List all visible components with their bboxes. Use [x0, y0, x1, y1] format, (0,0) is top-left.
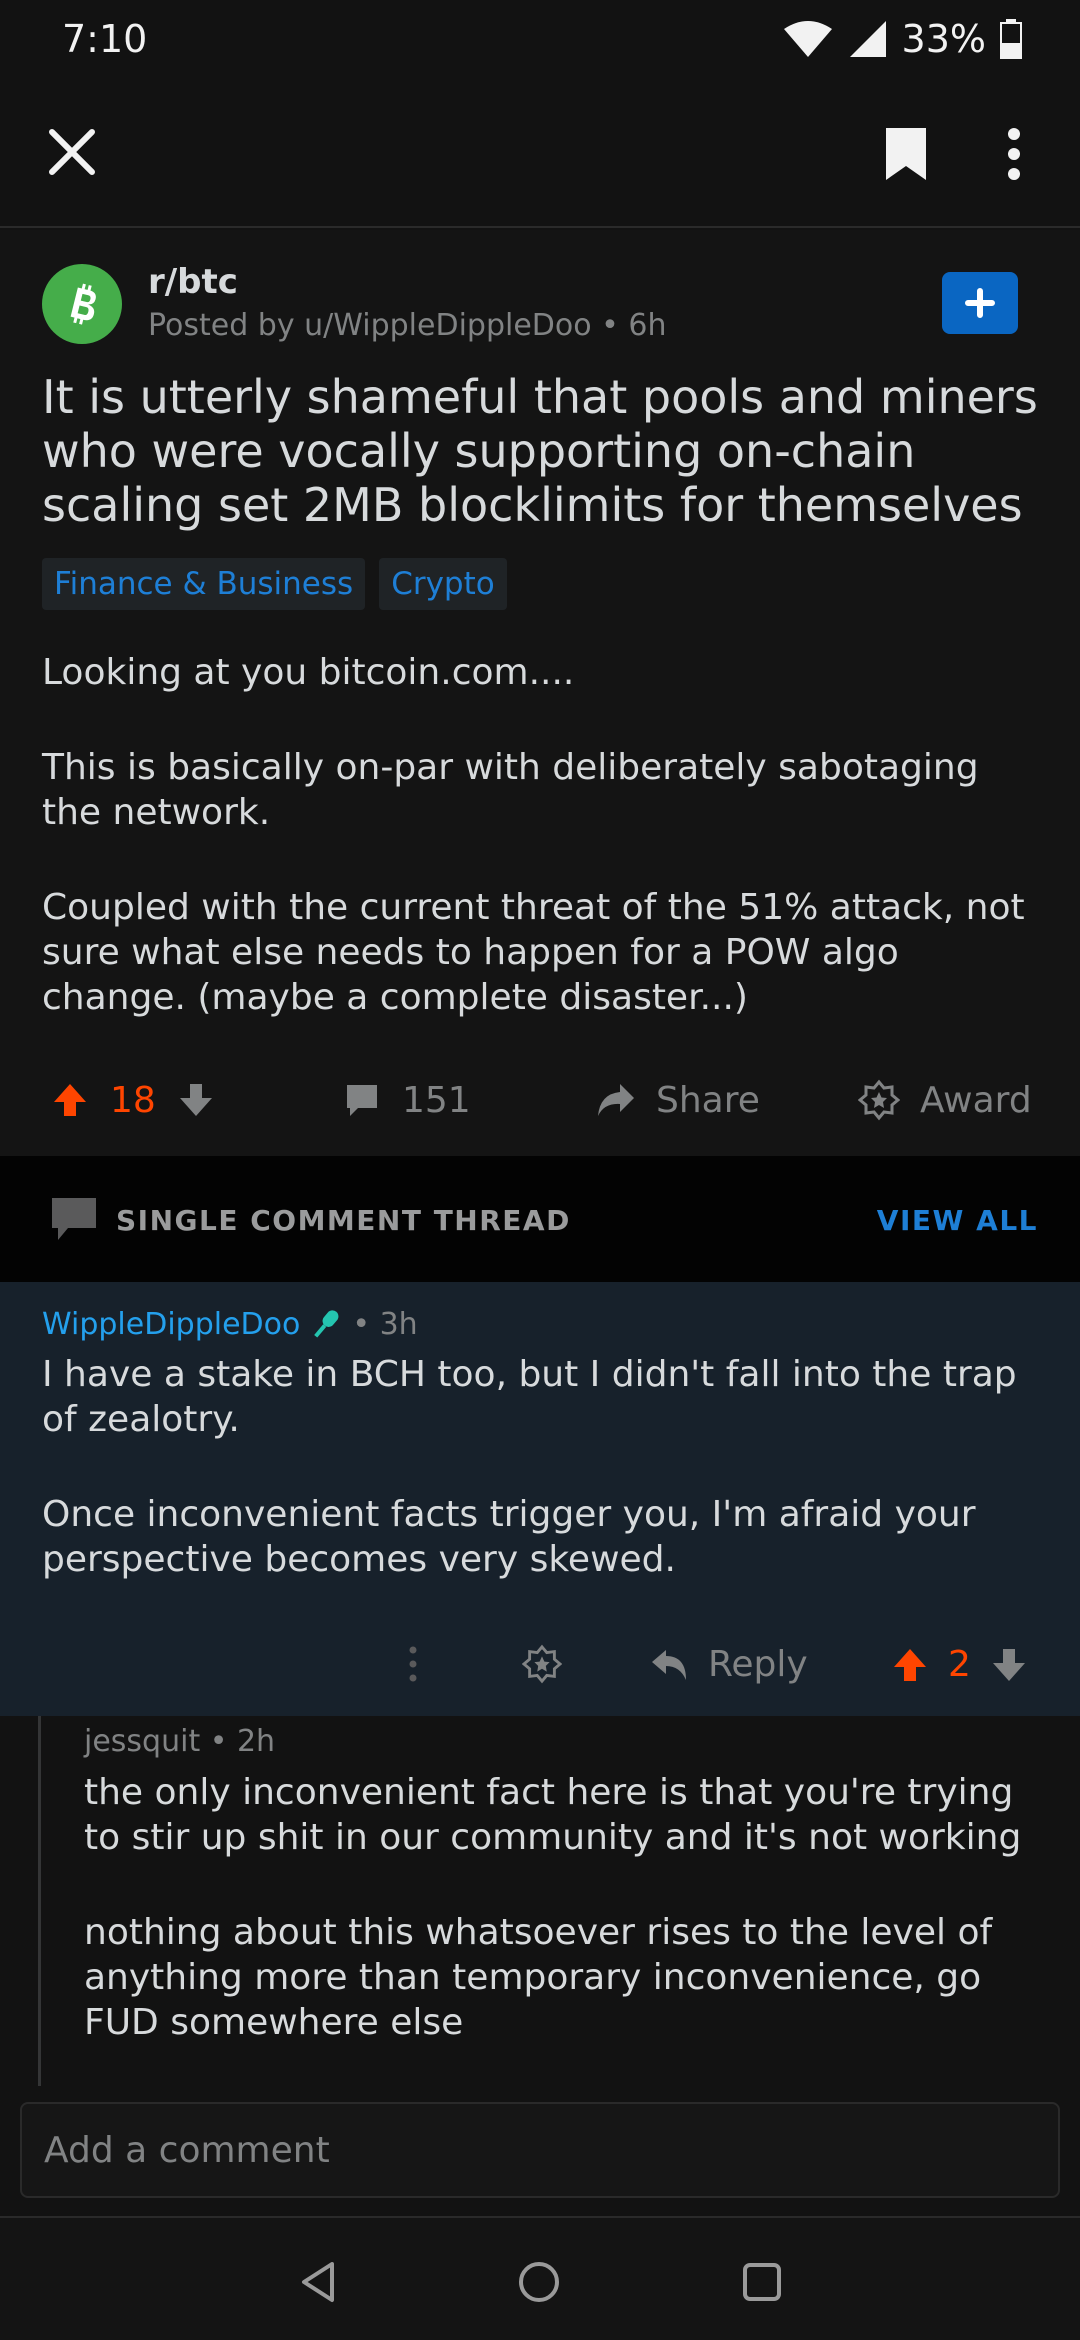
comment-meta[interactable]: jessquit • 2h	[84, 1724, 275, 1759]
post-card: r/btc Posted by u/WippleDippleDoo • 6h I…	[0, 230, 1080, 1156]
downvote-icon[interactable]	[176, 1080, 216, 1120]
comment-body: I have a stake in BCH too, but I didn't …	[42, 1352, 1052, 1632]
status-bar: 7:10 33%	[0, 0, 1080, 78]
upvote-icon[interactable]	[890, 1645, 930, 1685]
vote-count: 18	[110, 1079, 156, 1121]
home-icon[interactable]	[517, 2260, 561, 2304]
share-label: Share	[656, 1079, 760, 1121]
post-paragraph: Looking at you bitcoin.com....	[42, 652, 575, 693]
add-comment-bar: Add a comment	[0, 2092, 1080, 2216]
reply-button[interactable]: Reply	[650, 1644, 808, 1685]
wifi-icon	[783, 21, 832, 57]
status-time: 7:10	[62, 17, 148, 61]
downvote-icon[interactable]	[989, 1645, 1029, 1685]
view-all-link[interactable]: VIEW ALL	[877, 1204, 1038, 1237]
highlighted-comment: WippleDippleDoo • 3h I have a stake in B…	[0, 1282, 1080, 1716]
battery-icon	[1000, 19, 1022, 59]
bookmark-icon[interactable]	[882, 126, 930, 182]
post-actions: 18 151 Share Award	[0, 1050, 1080, 1150]
comment-actions: Reply 2	[0, 1634, 1080, 1714]
comment-meta: WippleDippleDoo • 3h	[42, 1306, 418, 1342]
recents-icon[interactable]	[740, 2260, 784, 2304]
single-thread-bar: SINGLE COMMENT THREAD VIEW ALL	[0, 1156, 1080, 1282]
comment-vote-controls: 2	[890, 1644, 1029, 1685]
comment-award-button[interactable]	[522, 1644, 562, 1684]
top-toolbar	[0, 78, 1080, 228]
thread-label: SINGLE COMMENT THREAD	[116, 1204, 571, 1237]
award-label: Award	[920, 1079, 1032, 1121]
upvote-icon[interactable]	[50, 1080, 90, 1120]
microphone-icon	[314, 1310, 339, 1338]
close-icon[interactable]	[44, 124, 100, 180]
subreddit-name[interactable]: r/btc	[148, 262, 238, 302]
comment-count: 151	[402, 1079, 471, 1121]
comment-paragraph: Once inconvenient facts trigger you, I'm…	[42, 1494, 976, 1580]
comment-paragraph: I have a stake in BCH too, but I didn't …	[42, 1354, 1017, 1440]
add-comment-placeholder: Add a comment	[44, 2129, 330, 2171]
award-icon	[522, 1644, 562, 1684]
more-options-button[interactable]	[408, 1644, 418, 1684]
more-vertical-icon	[409, 1646, 417, 1682]
vote-controls: 18	[50, 1080, 216, 1121]
share-icon	[598, 1084, 634, 1116]
add-comment-input[interactable]: Add a comment	[20, 2102, 1060, 2198]
comment-vote-count: 2	[948, 1644, 971, 1685]
post-paragraph: Coupled with the current threat of the 5…	[42, 887, 1025, 1018]
post-body: Looking at you bitcoin.com.... This is b…	[42, 650, 1042, 1070]
award-icon	[858, 1079, 900, 1121]
system-nav-bar	[0, 2216, 1080, 2340]
subreddit-avatar[interactable]	[42, 264, 122, 344]
comment-body: the only inconvenient fact here is that …	[84, 1770, 1054, 2095]
flair-tag[interactable]: Finance & Business	[42, 558, 366, 610]
join-button[interactable]	[942, 272, 1018, 334]
back-icon[interactable]	[296, 2260, 340, 2304]
post-byline[interactable]: Posted by u/WippleDippleDoo • 6h	[148, 308, 666, 343]
signal-icon	[849, 21, 886, 57]
bitcoin-icon	[70, 283, 96, 325]
award-button[interactable]: Award	[858, 1079, 1032, 1121]
status-icons: 33%	[782, 17, 1022, 61]
comment-icon	[347, 1085, 377, 1116]
reply-comment: jessquit • 2h the only inconvenient fact…	[0, 1716, 1080, 2086]
comment-author[interactable]: WippleDippleDoo	[42, 1307, 300, 1342]
post-paragraph: This is basically on-par with deliberate…	[42, 747, 979, 833]
comments-button[interactable]: 151	[342, 1080, 471, 1121]
post-title[interactable]: It is utterly shameful that pools and mi…	[42, 370, 1042, 532]
more-vertical-icon[interactable]	[1006, 126, 1022, 182]
share-button[interactable]: Share	[594, 1080, 760, 1121]
comment-icon	[52, 1198, 96, 1240]
flair-tag[interactable]: Crypto	[379, 558, 507, 610]
reply-label: Reply	[708, 1644, 808, 1685]
comment-paragraph: the only inconvenient fact here is that …	[84, 1772, 1022, 1858]
comment-paragraph: nothing about this whatsoever rises to t…	[84, 1912, 993, 2043]
thread-line[interactable]	[38, 1716, 41, 2086]
battery-percent: 33%	[901, 17, 986, 61]
flair-list: Finance & Business Crypto	[42, 558, 507, 610]
comment-time: • 3h	[352, 1306, 418, 1342]
plus-icon	[965, 288, 995, 318]
reply-icon	[652, 1649, 686, 1680]
